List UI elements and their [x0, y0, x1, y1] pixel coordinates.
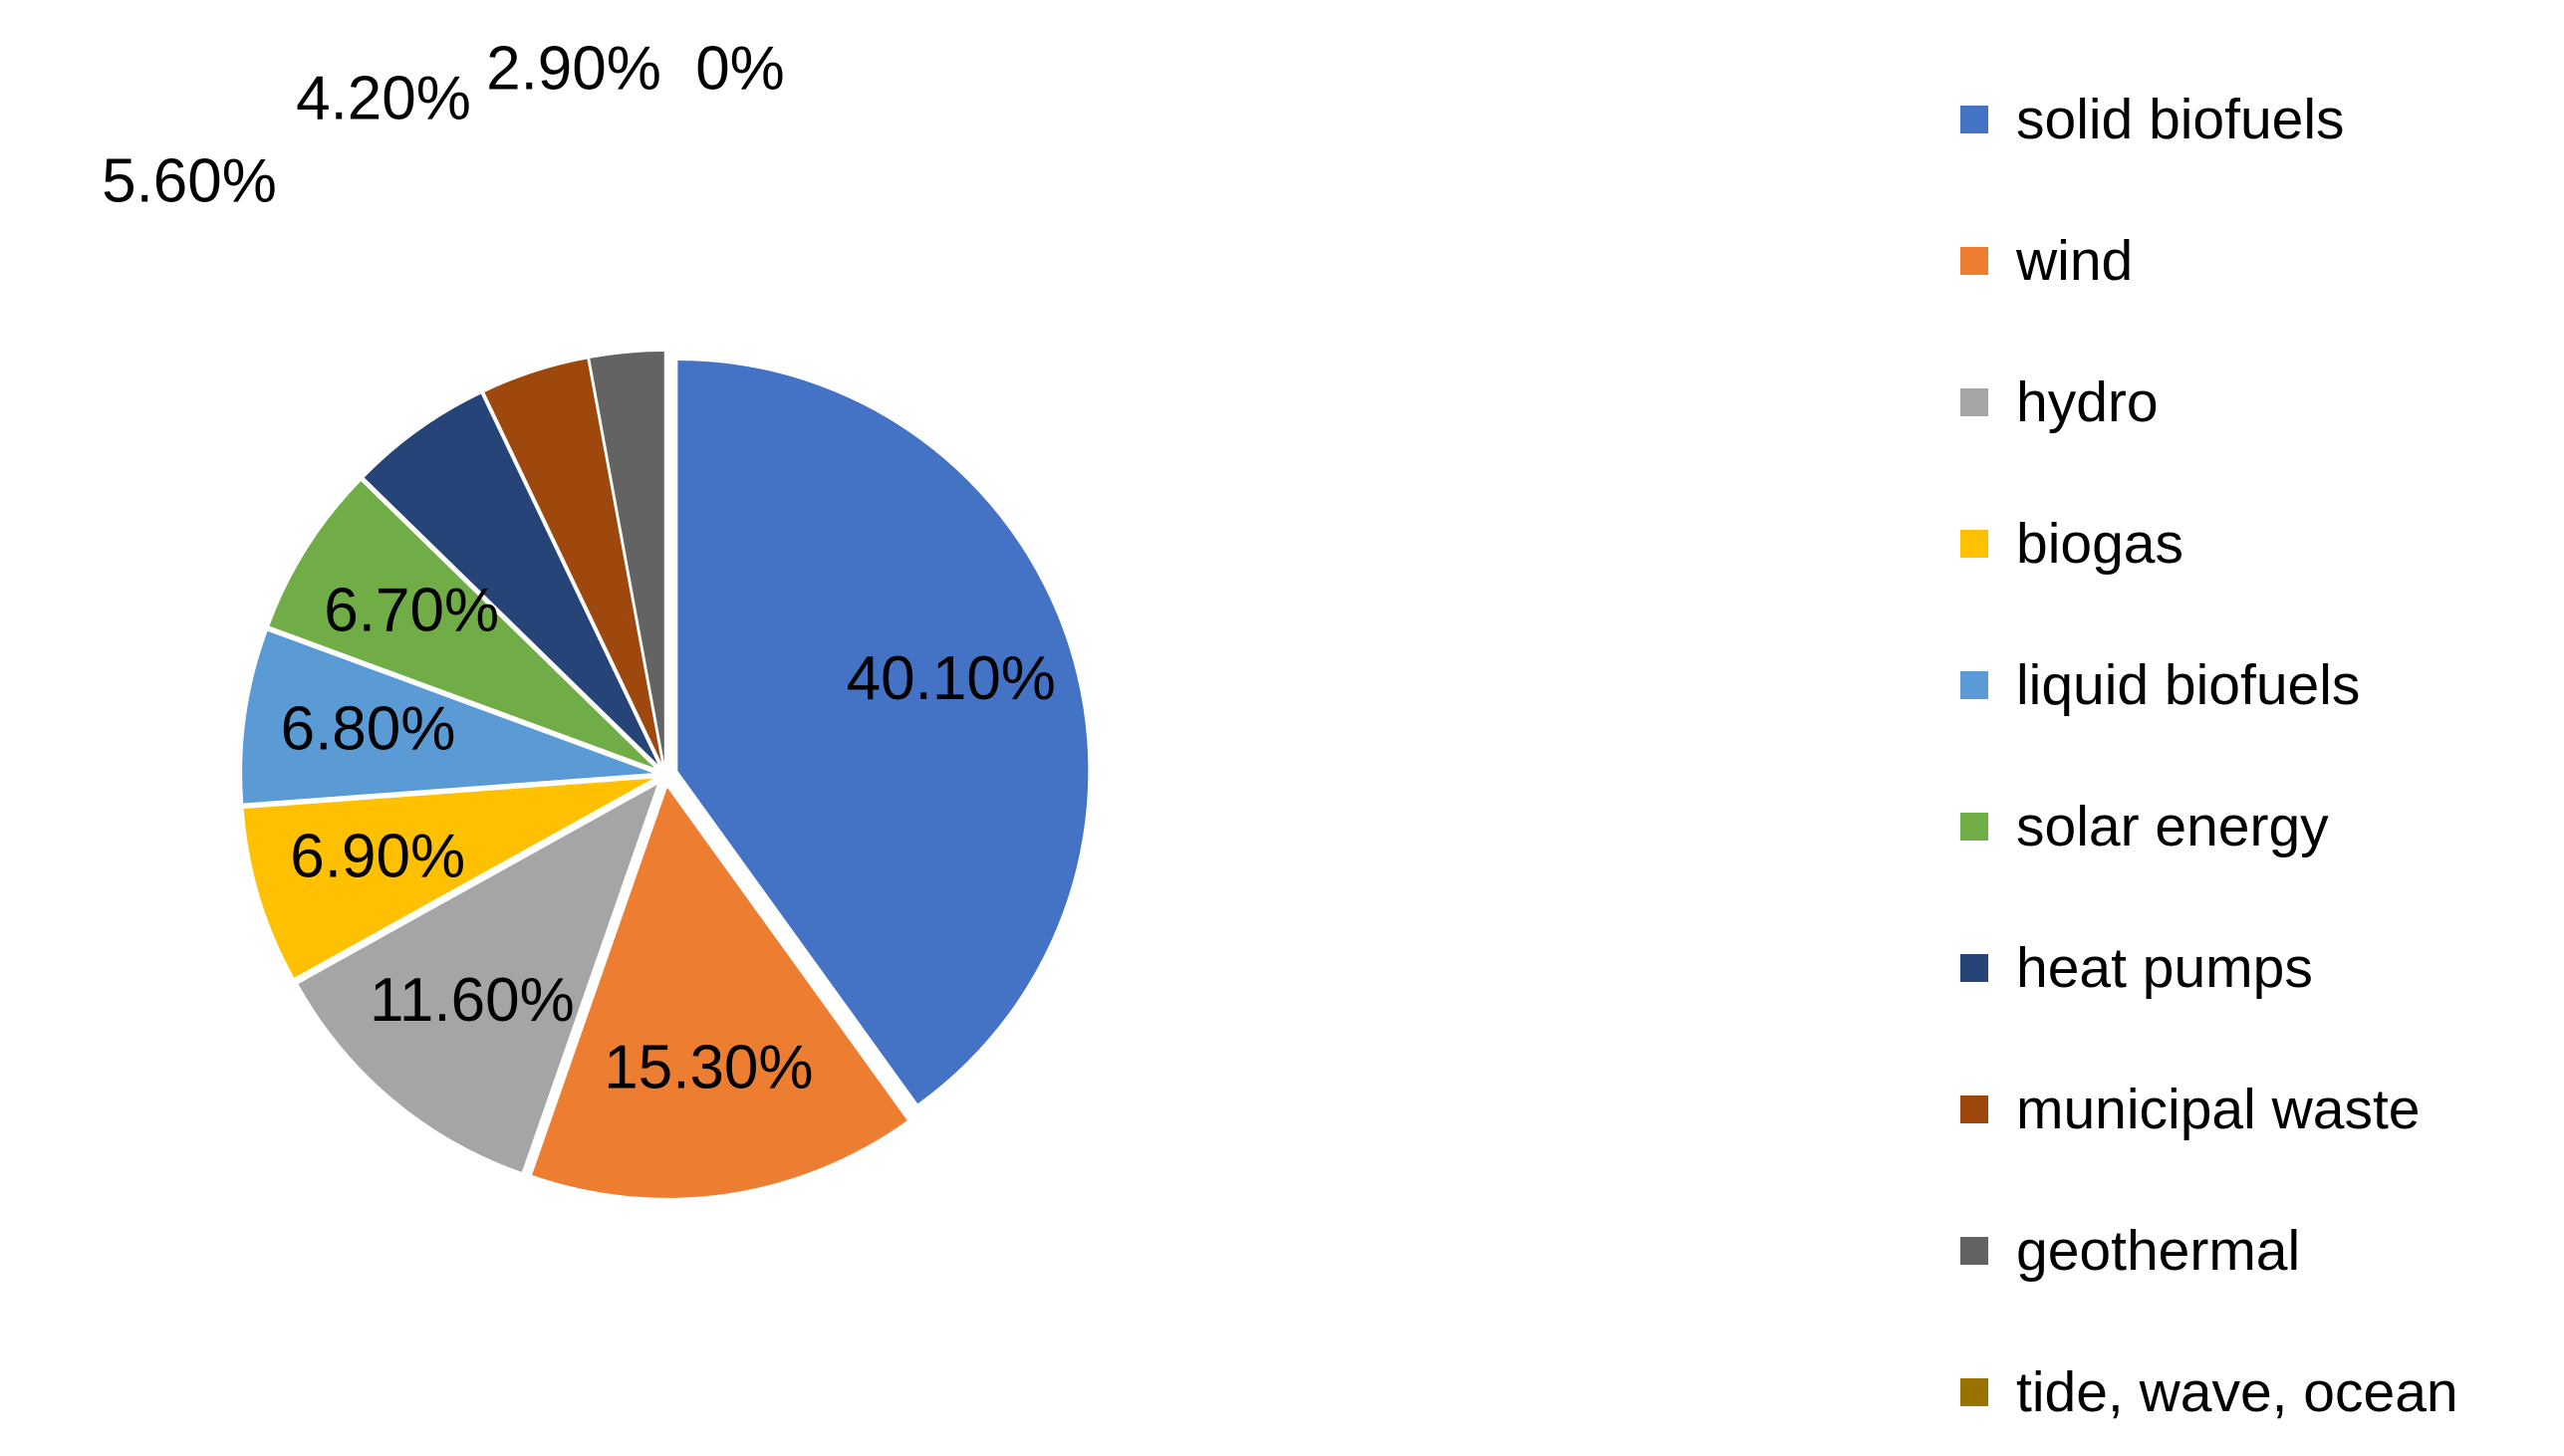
legend-swatch-icon [1960, 1237, 1988, 1265]
pie-outside-value-label: 2.90% [486, 34, 661, 103]
legend-item[interactable]: municipal waste [1960, 1077, 2421, 1141]
legend-item[interactable]: biogas [1960, 511, 2183, 576]
pie-slice-value-label: 6.80% [281, 694, 456, 763]
legend-swatch-icon [1960, 1095, 1988, 1123]
legend-item-label: tide, wave, ocean [2016, 1359, 2458, 1424]
legend-swatch-icon [1960, 671, 1988, 699]
legend-swatch-icon [1960, 106, 1988, 133]
legend-swatch-icon [1960, 1378, 1988, 1406]
legend-swatch-icon [1960, 247, 1988, 275]
legend-swatch-icon [1960, 530, 1988, 558]
legend-item-label: biogas [2016, 511, 2183, 576]
legend-item-label: solid biofuels [2016, 87, 2345, 151]
legend-item[interactable]: liquid biofuels [1960, 652, 2361, 717]
legend-item[interactable]: wind [1960, 228, 2134, 293]
legend-item[interactable]: hydro [1960, 369, 2159, 434]
pie-slice-value-label: 6.70% [324, 576, 499, 644]
legend-item-label: solar energy [2016, 794, 2329, 858]
legend-swatch-icon [1960, 388, 1988, 416]
pie-slice-value-label: 6.90% [290, 823, 465, 891]
pie-slice-value-label: 11.60% [370, 966, 575, 1035]
pie-plot-area: 40.10% 15.30% 11.60% 6.90% 6.80% 6.70% 5.60% 4… [0, 0, 1853, 1456]
pie-outside-value-label: 4.20% [296, 64, 471, 132]
pie-svg: 40.10% 15.30% 11.60% 6.90% 6.80% 6.70% 5.60% 4… [102, 34, 1089, 1198]
legend-item[interactable]: tide, wave, ocean [1960, 1359, 2458, 1424]
pie-outside-value-label: 0% [695, 34, 785, 103]
legend-item-label: wind [2016, 228, 2134, 293]
legend-item[interactable]: geothermal [1960, 1218, 2301, 1283]
legend-item-label: hydro [2016, 369, 2159, 434]
legend-swatch-icon [1960, 954, 1988, 982]
legend-item-label: geothermal [2016, 1218, 2301, 1283]
pie-chart-figure: 40.10% 15.30% 11.60% 6.90% 6.80% 6.70% 5.60% 4… [0, 0, 2564, 1456]
pie-slice-value-label: 15.30% [604, 1034, 813, 1102]
legend-item[interactable]: solid biofuels [1960, 87, 2345, 151]
legend-item-label: liquid biofuels [2016, 652, 2361, 717]
pie-outside-labels-group: 5.60% 4.20% 2.90% 0% [102, 34, 785, 215]
chart-legend: solid biofuels wind hydro biogas liquid biof… [1960, 87, 2558, 1446]
legend-swatch-icon [1960, 813, 1988, 841]
legend-item-label: heat pumps [2016, 935, 2313, 1000]
pie-outside-value-label: 5.60% [102, 146, 277, 215]
legend-item[interactable]: solar energy [1960, 794, 2329, 858]
pie-slice-value-label: 40.10% [847, 644, 1056, 713]
legend-item-label: municipal waste [2016, 1077, 2421, 1141]
legend-item[interactable]: heat pumps [1960, 935, 2313, 1000]
